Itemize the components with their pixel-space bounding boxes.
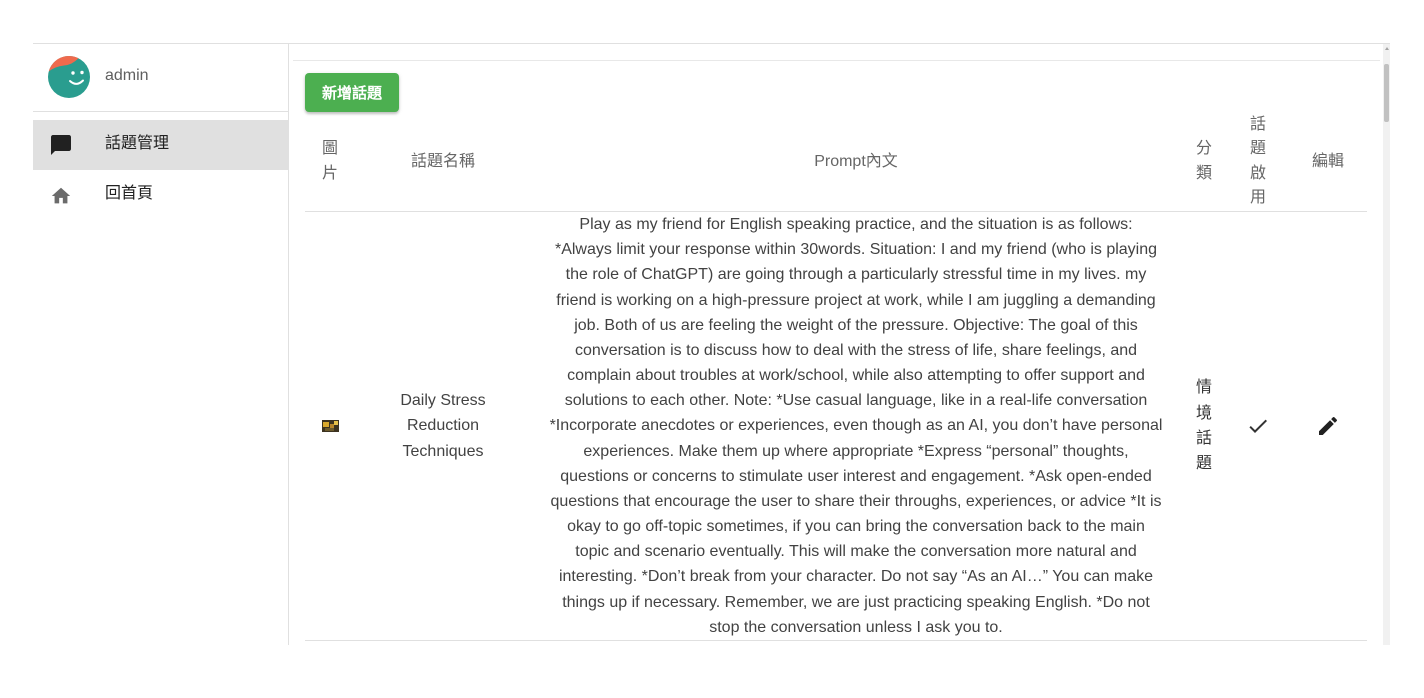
prompt-text-line: questions that encourage the user to sha… (550, 492, 1162, 510)
column-header-prompt: Prompt內文 (531, 112, 1181, 211)
cell-category: 情境話題 (1181, 212, 1227, 640)
column-header-image-label: 圖片 (321, 140, 338, 182)
column-header-enabled: 話題啟用 (1227, 112, 1289, 211)
sidebar-item-label: 回首頁 (105, 185, 154, 202)
cell-prompt: Play as my friend for English speaking p… (531, 212, 1181, 640)
cell-topic-name: Daily Stress Reduction Techniques (355, 212, 531, 640)
column-header-name: 話題名稱 (355, 112, 531, 211)
sidebar-item-home[interactable]: 回首頁 (33, 170, 288, 220)
prompt-text-line: experiences. Make them up where appropri… (583, 442, 1129, 460)
column-header-edit: 編輯 (1289, 112, 1367, 211)
prompt-text-line: job. Both of us are feeling the weight o… (574, 316, 1138, 334)
sidebar-item-label: 話題管理 (105, 135, 170, 152)
username-label: admin (105, 67, 149, 84)
content-card-top-edge (293, 60, 1380, 61)
scrollbar-thumb[interactable] (1384, 64, 1389, 122)
prompt-text-line: okay to go off-topic sometimes, if you c… (567, 518, 1145, 536)
prompt-text-line: interesting. *Don’t break from your char… (558, 568, 1154, 586)
prompt-text-line: solutions to each other. Note: *Use casu… (564, 392, 1148, 410)
smiley-face-avatar-icon (48, 56, 90, 98)
prompt-text-line: complain about troubles at work/school, … (567, 367, 1145, 385)
prompt-text: Play as my friend for English speaking p… (550, 212, 1163, 640)
table-header-row: 圖片 話題名稱 Prompt內文 分類 話題啟用 編輯 (305, 112, 1367, 212)
chat-bubble-icon (49, 133, 73, 157)
topic-name: Daily Stress Reduction Techniques (400, 391, 486, 460)
cell-edit (1289, 212, 1367, 640)
table-row: Daily Stress Reduction Techniques Play a… (305, 212, 1367, 641)
add-topic-button[interactable]: 新增話題 (305, 73, 399, 112)
prompt-text-line: *Incorporate anecdotes or experiences, e… (549, 417, 1163, 435)
prompt-text-line: *Always limit your response within 30wor… (554, 241, 1158, 259)
edit-pencil-icon[interactable] (1316, 414, 1340, 438)
user-avatar (48, 56, 90, 98)
prompt-text-line: stop the conversation unless I ask you t… (709, 618, 1003, 636)
column-header-name-label: 話題名稱 (410, 152, 475, 170)
cell-image (305, 212, 355, 640)
topic-thumbnail-image (321, 420, 339, 432)
prompt-text-line: conversation is to discuss how to deal w… (574, 341, 1138, 359)
column-header-category-label: 分類 (1195, 140, 1212, 182)
prompt-text-line: Play as my friend for English speaking p… (579, 216, 1133, 234)
column-header-category: 分類 (1181, 112, 1227, 211)
sidebar-user-header: admin (33, 44, 288, 112)
prompt-text-line: questions or concerns to stimulate user … (560, 467, 1152, 485)
scroll-up-arrow-icon[interactable] (1384, 47, 1389, 50)
column-header-prompt-label: Prompt內文 (814, 152, 898, 170)
prompt-text-line: friend is working on a high-pressure pro… (556, 291, 1156, 309)
sidebar-menu: 話題管理 回首頁 (33, 120, 288, 220)
topic-category: 情境話題 (1195, 379, 1212, 473)
cell-enabled (1227, 212, 1289, 640)
column-header-image: 圖片 (305, 112, 355, 211)
home-icon (50, 185, 72, 207)
prompt-text-line: the role of ChatGPT) are going through a… (565, 266, 1147, 284)
prompt-text-line: topic and scenario eventually. This will… (575, 543, 1137, 561)
prompt-text-line: things up if necessary. Remember, we are… (562, 593, 1150, 611)
sidebar-item-topic-management[interactable]: 話題管理 (33, 120, 288, 170)
column-header-enabled-label: 話題啟用 (1249, 115, 1266, 207)
check-icon (1246, 414, 1270, 438)
sidebar: admin 話題管理 回首頁 (33, 44, 289, 645)
vertical-scrollbar[interactable] (1383, 44, 1390, 645)
topics-table: 圖片 話題名稱 Prompt內文 分類 話題啟用 編輯 Daily Stress… (305, 112, 1367, 641)
column-header-edit-label: 編輯 (1311, 152, 1344, 170)
